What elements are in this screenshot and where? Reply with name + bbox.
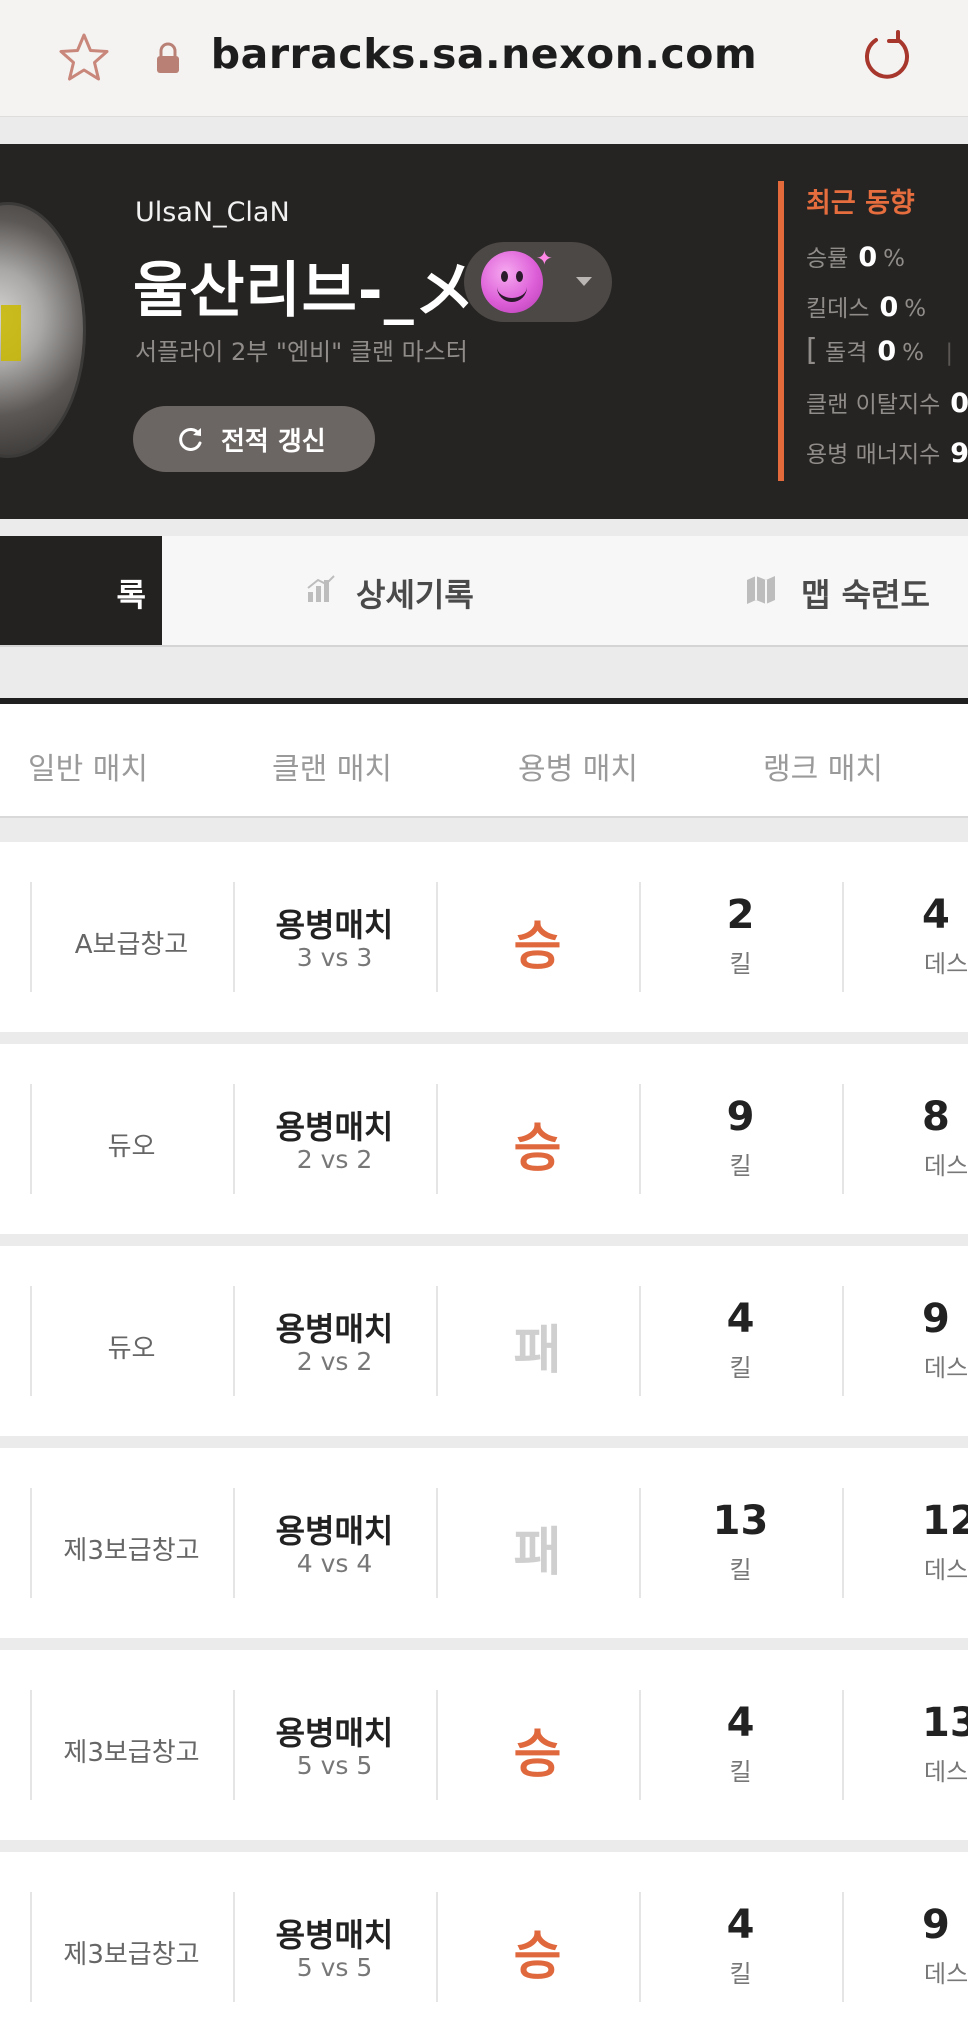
kills-label: 킬: [729, 1354, 752, 1382]
match-result: 패: [513, 1321, 562, 1381]
match-mode: 용병매치: [275, 1108, 394, 1146]
match-mode: 용병매치: [275, 1714, 394, 1752]
tab-map-proficiency[interactable]: 맵 숙련도: [745, 536, 965, 645]
match-row[interactable]: 듀오 용병매치 2 vs 2 패 4 킬 9 데스: [0, 1246, 968, 1436]
cell-divider: [842, 1488, 844, 1598]
assault-row: [ 돌격 0% |: [806, 333, 954, 368]
match-deaths: 8: [922, 1094, 950, 1140]
filter-rank-match[interactable]: 랭크 매치: [763, 744, 883, 788]
match-row[interactable]: 제3보급창고 용병매치 5 vs 5 승 4 킬 9 데스: [0, 1852, 968, 2042]
kills-label: 킬: [729, 1758, 752, 1786]
kills-label: 킬: [729, 1960, 752, 1988]
match-row[interactable]: 듀오 용병매치 2 vs 2 승 9 킬 8 데스: [0, 1044, 968, 1234]
deaths-label: 데스: [924, 1758, 968, 1786]
match-result: 패: [513, 1523, 562, 1583]
refresh-record-button[interactable]: 전적 갱신: [133, 406, 375, 472]
record-tabs: 록 상세기록 맵 숙련도: [0, 536, 968, 647]
match-size: 5 vs 5: [296, 1751, 373, 1780]
match-map: 제3보급창고: [63, 1738, 200, 1768]
cell-divider: [842, 1286, 844, 1396]
tab-detail-record[interactable]: 상세기록: [300, 536, 500, 645]
match-result: 승: [513, 1725, 562, 1785]
match-deaths: 9: [922, 1296, 950, 1342]
match-size: 2 vs 2: [296, 1347, 373, 1376]
match-row[interactable]: A보급창고 용병매치 3 vs 3 승 2 킬 4 데스: [0, 842, 968, 1032]
player-nickname: 울산리브-_メ: [133, 256, 476, 326]
match-mode: 용병매치: [275, 906, 394, 944]
cell-divider: [842, 1690, 844, 1800]
match-kills: 4: [726, 1296, 755, 1342]
match-result: 승: [513, 1927, 562, 1987]
cell-divider: [842, 882, 844, 992]
match-mode: 용병매치: [275, 1310, 394, 1348]
emoji-dropdown-button[interactable]: ✦: [464, 242, 612, 322]
match-row[interactable]: 제3보급창고 용병매치 4 vs 4 패 13 킬 12 데스: [0, 1448, 968, 1638]
match-mode: 용병매치: [275, 1916, 394, 1954]
chevron-down-icon: [576, 277, 592, 286]
match-deaths: 9: [922, 1902, 950, 1948]
clan-mark-image: [1, 305, 21, 361]
match-kills: 2: [726, 892, 755, 938]
match-size: 2 vs 2: [296, 1145, 373, 1174]
filter-mercenary-match[interactable]: 용병 매치: [518, 744, 638, 788]
recent-trend-title: 최근 동향: [806, 188, 915, 219]
avatar: [0, 202, 86, 458]
match-type-filter: 일반 매치 클랜 매치 용병 매치 랭크 매치: [0, 704, 968, 818]
match-map: 듀오: [107, 1132, 156, 1162]
tab-record[interactable]: 록: [0, 536, 162, 645]
kills-label: 킬: [729, 1152, 752, 1180]
match-result: 승: [513, 917, 562, 977]
match-size: 5 vs 5: [296, 1953, 373, 1982]
kills-label: 킬: [729, 1556, 752, 1584]
deaths-label: 데스: [924, 1354, 968, 1382]
filter-clan-match[interactable]: 클랜 매치: [272, 744, 392, 788]
match-deaths: 12: [922, 1498, 968, 1544]
kill-death-row: 킬데스 0%: [806, 292, 927, 323]
match-result: 승: [513, 1119, 562, 1179]
match-map: A보급창고: [74, 930, 189, 960]
player-subtitle: 서플라이 2부 "엔비" 클랜 마스터: [135, 338, 468, 366]
bar-chart-icon: [307, 575, 335, 602]
smiley-emoji-icon: [481, 251, 543, 313]
browser-address-bar: barracks.sa.nexon.com: [0, 0, 968, 117]
match-deaths: 4: [922, 892, 950, 938]
cell-divider: [842, 1084, 844, 1194]
match-kills: 4: [726, 1700, 755, 1746]
kills-label: 킬: [729, 950, 752, 978]
deaths-label: 데스: [924, 1556, 968, 1584]
match-size: 4 vs 4: [296, 1549, 373, 1578]
sparkle-icon: ✦: [536, 246, 553, 270]
match-kills: 4: [726, 1902, 755, 1948]
cell-divider: [842, 1892, 844, 2002]
match-size: 3 vs 3: [296, 943, 373, 972]
map-icon: [747, 576, 775, 604]
match-map: 제3보급창고: [63, 1536, 200, 1566]
match-row[interactable]: 제3보급창고 용병매치 5 vs 5 승 4 킬 13 데스: [0, 1650, 968, 1840]
match-deaths: 13: [922, 1700, 968, 1746]
deaths-label: 데스: [924, 950, 968, 978]
clan-leave-row: 클랜 이탈지수 0: [806, 388, 968, 419]
match-kills: 13: [712, 1498, 769, 1544]
refresh-icon: [179, 427, 202, 451]
match-map: 제3보급창고: [63, 1940, 200, 1970]
refresh-record-label: 전적 갱신: [221, 427, 326, 457]
match-kills: 9: [726, 1094, 755, 1140]
deaths-label: 데스: [924, 1152, 968, 1180]
reload-icon[interactable]: [858, 28, 914, 84]
match-mode: 용병매치: [275, 1512, 394, 1550]
deaths-label: 데스: [924, 1960, 968, 1988]
url-text[interactable]: barracks.sa.nexon.com: [0, 30, 968, 78]
win-rate-row: 승률 0%: [806, 242, 905, 273]
clan-name[interactable]: UlsaN_ClaN: [135, 197, 290, 228]
match-map: 듀오: [107, 1334, 156, 1364]
profile-header: UlsaN_ClaN 울산리브-_メ ✦ 서플라이 2부 "엔비" 클랜 마스터…: [0, 144, 968, 519]
manner-row: 용병 매너지수9.: [806, 438, 968, 469]
page-gap: [0, 117, 968, 144]
recent-trend-panel: 최근 동향 승률 0% 킬데스 0% [ 돌격 0% | 클랜 이탈지수 0 용병 매너…: [778, 181, 968, 481]
filter-normal-match[interactable]: 일반 매치: [28, 744, 148, 788]
